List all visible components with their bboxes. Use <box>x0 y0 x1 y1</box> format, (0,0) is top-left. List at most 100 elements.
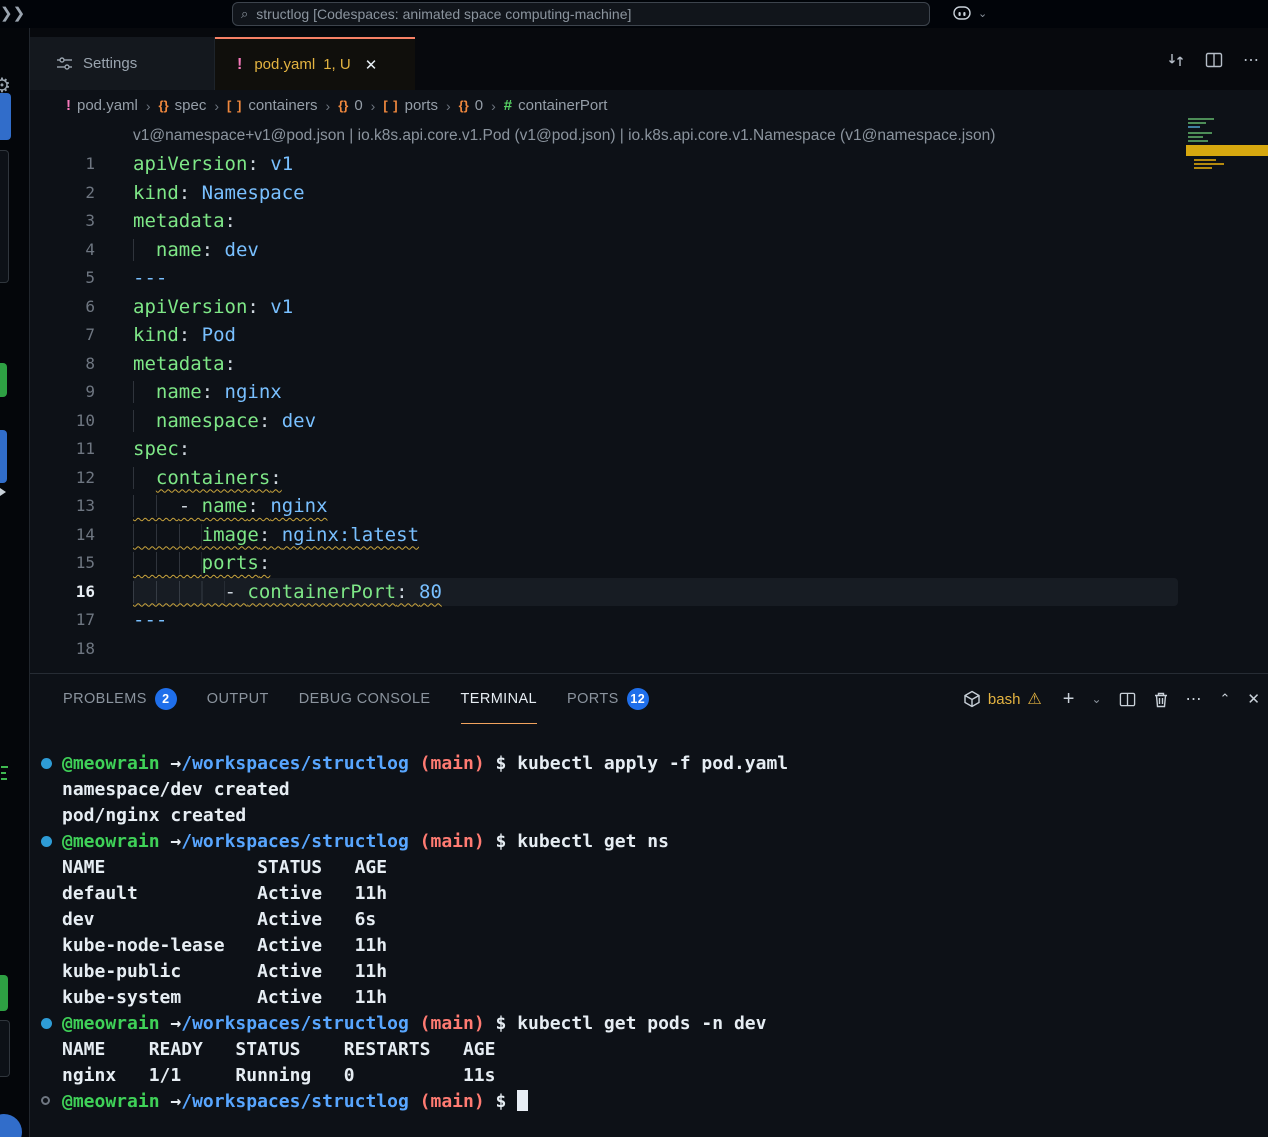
line-number: 2 <box>30 179 95 208</box>
tab-pod-yaml-label: pod.yaml <box>254 56 315 73</box>
maximize-panel-icon[interactable]: ⌃ <box>1220 691 1231 707</box>
object-icon: {} <box>459 98 469 113</box>
code-line[interactable]: 5 --- <box>30 264 1268 293</box>
copilot-menu[interactable]: ⌄ <box>951 3 987 23</box>
line-content: containers: <box>133 464 282 493</box>
terminal-text: @meowrain →/workspaces/structlog (main) … <box>62 753 788 774</box>
breadcrumb-item-spec[interactable]: {} spec <box>159 97 207 114</box>
code-line[interactable]: 9 name: nginx <box>30 378 1268 407</box>
terminal-line: @meowrain →/workspaces/structlog (main) … <box>30 829 1268 855</box>
breadcrumb-item-ports[interactable]: [ ]ports <box>383 97 438 114</box>
object-icon: {} <box>338 98 348 113</box>
code-line[interactable]: 17--- <box>30 606 1268 635</box>
terminal-line: dev Active 6s <box>30 907 1268 933</box>
panel-tab-ports[interactable]: PORTS12 <box>567 674 649 724</box>
terminal-text: @meowrain →/workspaces/structlog (main) … <box>62 1091 528 1112</box>
line-content: kind: Namespace <box>133 179 305 208</box>
code-line[interactable]: 12 containers: <box>30 464 1268 493</box>
panel-tab-output[interactable]: OUTPUT <box>207 674 269 724</box>
line-content: apiVersion: v1 <box>133 293 293 322</box>
new-terminal-icon[interactable]: + <box>1063 688 1075 711</box>
breadcrumb-separator: › <box>446 98 451 114</box>
breadcrumb-label: ports <box>405 97 438 114</box>
code-line[interactable]: 11spec: <box>30 435 1268 464</box>
command-success-marker <box>41 836 52 847</box>
left-strip-blue-badge <box>0 93 11 140</box>
breadcrumb-label: 0 <box>354 97 362 114</box>
breadcrumb: !pod.yaml›{}spec›[ ]containers›{}0›[ ]po… <box>30 90 1268 121</box>
split-editor-icon[interactable] <box>1205 51 1223 69</box>
chevron-down-icon: ⌄ <box>978 7 987 20</box>
panel-tabs: PROBLEMS2 OUTPUT DEBUG CONSOLE TERMINAL PORT… <box>63 674 649 724</box>
terminal-cube-icon <box>963 690 981 708</box>
split-terminal-icon[interactable] <box>1119 691 1136 708</box>
code-line[interactable]: 4 name: dev <box>30 236 1268 265</box>
tab-settings-label: Settings <box>83 55 137 72</box>
code-line[interactable]: 3metadata: <box>30 207 1268 236</box>
left-strip-caret <box>0 488 6 496</box>
breadcrumb-item-pod.yaml[interactable]: !pod.yaml <box>66 97 138 114</box>
line-number: 1 <box>30 150 95 179</box>
open-changes-icon[interactable] <box>1167 51 1185 69</box>
terminal-line: kube-public Active 11h <box>30 959 1268 985</box>
breadcrumb-separator: › <box>371 98 376 114</box>
panel-tab-label: DEBUG CONSOLE <box>299 691 431 707</box>
object-icon: {} <box>159 98 169 113</box>
terminal-dropdown-icon[interactable]: ⌄ <box>1091 692 1101 706</box>
code-line[interactable]: 7kind: Pod <box>30 321 1268 350</box>
panel-tab-label: TERMINAL <box>461 691 538 707</box>
minimap-code-mark <box>1188 140 1208 142</box>
left-strip-panel <box>0 150 9 283</box>
code-line[interactable]: 14 image: nginx:latest <box>30 521 1268 550</box>
breadcrumb-item-0[interactable]: {} 0 <box>338 97 362 114</box>
left-strip-blue-badge-2 <box>0 430 7 483</box>
close-tab-icon[interactable]: ✕ <box>365 56 378 74</box>
line-number: 5 <box>30 264 95 293</box>
terminal-instance-label[interactable]: bash ⚠ <box>963 689 1042 709</box>
line-content: image: nginx:latest <box>133 521 419 550</box>
breadcrumb-label: spec <box>175 97 207 114</box>
line-content: spec: <box>133 435 190 464</box>
command-center[interactable]: ⌕ structlog [Codespaces: animated space … <box>232 2 930 26</box>
code-line[interactable]: 1 apiVersion: v1 <box>30 150 1268 179</box>
command-success-marker <box>41 758 52 769</box>
panel-tab-label: OUTPUT <box>207 691 269 707</box>
line-number: 13 <box>30 492 95 521</box>
close-panel-icon[interactable]: ✕ <box>1247 690 1260 708</box>
panel-tab-label: PORTS <box>567 691 619 707</box>
tab-pod-yaml[interactable]: ! pod.yaml 1, U ✕ <box>215 37 415 90</box>
number-icon: # <box>504 97 512 114</box>
breadcrumb-item-0[interactable]: {}0 <box>459 97 483 114</box>
code-line[interactable]: 10 namespace: dev <box>30 407 1268 436</box>
breadcrumb-item-containerPort[interactable]: # containerPort <box>504 97 608 114</box>
minimap-warning-mark <box>1194 163 1224 165</box>
left-strip-green-badge-2 <box>0 975 8 1011</box>
terminal-line: NAME STATUS AGE <box>30 855 1268 881</box>
panel-more-actions-icon[interactable]: ⋯ <box>1186 689 1203 709</box>
code-line[interactable]: 13 - name: nginx <box>30 492 1268 521</box>
code-line[interactable]: 16 - containerPort: 80 <box>30 578 1268 607</box>
shell-name: bash <box>988 691 1021 708</box>
copilot-icon <box>951 3 973 23</box>
terminal-text: NAME STATUS AGE <box>62 857 387 878</box>
panel-tab-terminal[interactable]: TERMINAL <box>461 674 538 724</box>
more-actions-icon[interactable]: ⋯ <box>1243 50 1260 70</box>
panel-tab-debug-console[interactable]: DEBUG CONSOLE <box>299 674 431 724</box>
breadcrumb-separator: › <box>326 98 331 114</box>
code-line[interactable]: 15 ports: <box>30 549 1268 578</box>
code-line[interactable]: 6apiVersion: v1 <box>30 293 1268 322</box>
breadcrumb-label: containerPort <box>518 97 607 114</box>
code-line[interactable]: 8metadata: <box>30 350 1268 379</box>
line-content: --- <box>133 264 167 293</box>
code-line[interactable]: 18 <box>30 635 1268 664</box>
code-line[interactable]: 2 kind: Namespace <box>30 179 1268 208</box>
breadcrumb-item-containers[interactable]: [ ]containers <box>227 97 318 114</box>
kill-terminal-trash-icon[interactable] <box>1153 691 1169 708</box>
tab-settings[interactable]: Settings <box>30 37 215 90</box>
panel-tab-problems[interactable]: PROBLEMS2 <box>63 674 177 724</box>
line-number: 9 <box>30 378 95 407</box>
minimap[interactable] <box>1186 112 1268 242</box>
line-content: apiVersion: v1 <box>133 150 293 179</box>
minimap-code-mark <box>1188 118 1214 120</box>
minimap-code-mark <box>1188 136 1203 138</box>
